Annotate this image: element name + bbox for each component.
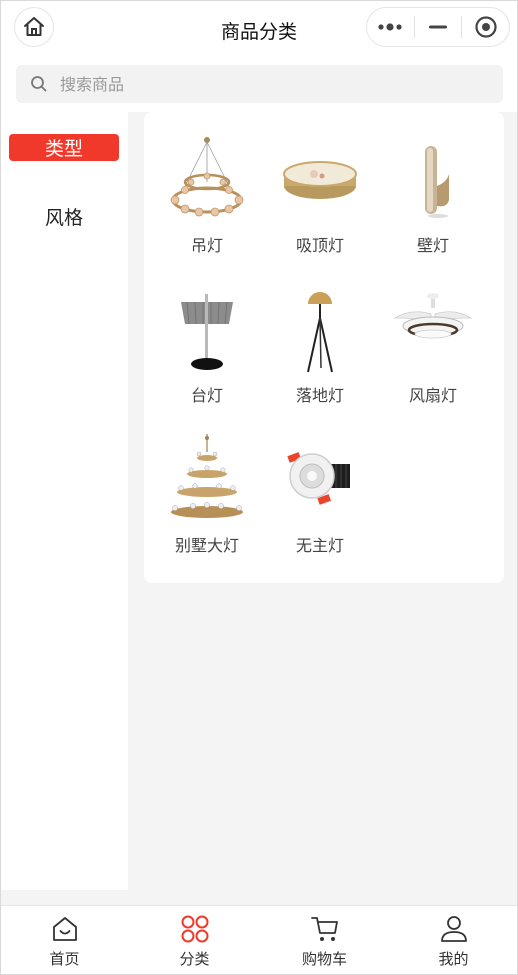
category-item-ceiling-lamp[interactable]: 吸顶灯	[264, 112, 376, 255]
category-label: 吸顶灯	[295, 236, 344, 255]
tab-label: 首页	[49, 950, 80, 968]
category-item-floor-lamp[interactable]: 落地灯	[264, 262, 376, 405]
mini-program-capsule	[366, 7, 510, 47]
sidebar-item-style[interactable]: 风格	[9, 203, 119, 230]
category-item-wall-lamp[interactable]: 壁灯	[377, 112, 489, 255]
more-icon	[378, 23, 402, 31]
category-sidebar: 类型 风格	[0, 112, 128, 890]
tab-cart[interactable]: 购物车	[260, 906, 389, 975]
category-label: 风扇灯	[408, 386, 457, 405]
tab-category[interactable]: 分类	[130, 906, 259, 975]
search-input[interactable]	[60, 74, 460, 94]
tab-label: 我的	[438, 950, 469, 968]
villa-chandelier-image	[171, 434, 243, 518]
category-label: 落地灯	[295, 386, 344, 405]
category-item-villa-chandelier[interactable]: 别墅大灯	[151, 412, 263, 555]
nav-bar: 商品分类	[0, 0, 518, 56]
tab-label: 购物车	[301, 950, 347, 968]
tab-mine[interactable]: 我的	[389, 906, 518, 975]
category-label: 台灯	[190, 386, 223, 405]
search-bar[interactable]	[16, 65, 503, 103]
tab-bar: 首页 分类 购物车 我的	[0, 905, 518, 975]
home-bag-icon	[52, 917, 77, 941]
minimize-icon	[429, 25, 447, 29]
category-label: 壁灯	[416, 236, 449, 255]
category-grid: 吊灯 吸顶灯 壁灯 台灯 落地灯 风扇灯 别墅大灯 无主灯	[144, 112, 504, 583]
more-button[interactable]	[367, 8, 414, 46]
close-button[interactable]	[462, 8, 509, 46]
category-item-chandelier[interactable]: 吊灯	[151, 112, 263, 255]
ceiling-lamp-image	[283, 161, 357, 199]
tab-label: 分类	[179, 950, 210, 968]
category-icon	[181, 915, 208, 943]
cart-icon	[310, 917, 338, 941]
category-label: 别墅大灯	[174, 536, 239, 555]
sidebar-item-type[interactable]: 类型	[9, 134, 119, 161]
category-label: 吊灯	[190, 236, 223, 255]
table-lamp-image	[181, 294, 233, 370]
category-item-downlight[interactable]: 无主灯	[264, 412, 376, 555]
wall-lamp-image	[425, 146, 449, 218]
chandelier-ring-image	[170, 137, 244, 217]
downlight-image	[287, 452, 350, 505]
minimize-button[interactable]	[415, 8, 462, 46]
sidebar-item-label: 类型	[44, 138, 83, 160]
close-target-icon	[475, 16, 497, 38]
sidebar-item-label: 风格	[44, 207, 83, 229]
category-item-fan-lamp[interactable]: 风扇灯	[377, 262, 489, 405]
floor-lamp-image	[307, 292, 333, 373]
category-item-table-lamp[interactable]: 台灯	[151, 262, 263, 405]
tab-home[interactable]: 首页	[0, 906, 129, 975]
search-icon	[31, 76, 47, 92]
user-icon	[440, 916, 467, 942]
fan-lamp-image	[393, 293, 473, 339]
category-label: 无主灯	[295, 536, 344, 555]
